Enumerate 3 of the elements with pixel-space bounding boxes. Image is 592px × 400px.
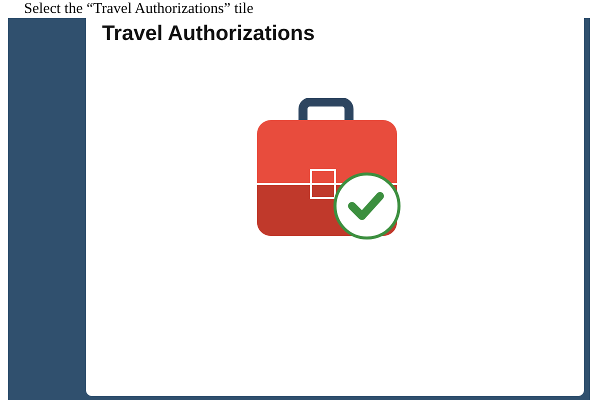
tile-title: Travel Authorizations xyxy=(101,21,315,46)
travel-authorizations-tile[interactable]: Travel Authorizations xyxy=(86,18,584,396)
instruction-text: Select the “Travel Authorizations” tile xyxy=(23,0,254,18)
